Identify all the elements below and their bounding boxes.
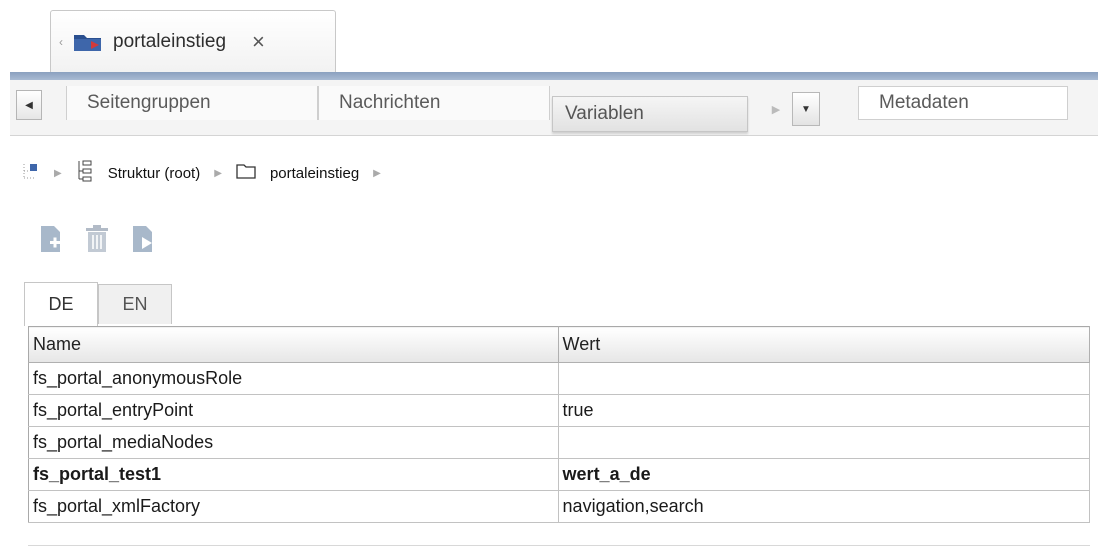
- tab-variablen[interactable]: Variablen: [552, 96, 748, 132]
- add-variable-icon[interactable]: [38, 224, 64, 254]
- edit-variable-icon[interactable]: [130, 224, 156, 254]
- table-header-row: Name Wert: [28, 326, 1091, 363]
- variable-value-cell[interactable]: wert_a_de: [558, 458, 1091, 491]
- document-tab[interactable]: ‹ portaleinstieg ×: [50, 10, 336, 72]
- structure-root-icon: [76, 160, 94, 186]
- breadcrumb-separator-icon: ▶: [214, 167, 222, 179]
- breadcrumb-folder-link[interactable]: portaleinstieg: [270, 165, 359, 182]
- table-bottom-divider: [28, 545, 1090, 546]
- scroll-left-icon[interactable]: ‹: [59, 35, 73, 49]
- variable-name-cell[interactable]: fs_portal_anonymousRole: [28, 362, 559, 395]
- variable-value-cell[interactable]: [558, 426, 1091, 459]
- tab-language-en[interactable]: EN: [98, 284, 172, 324]
- editor-header-bar: [10, 72, 1098, 80]
- toolbar: [38, 224, 156, 254]
- variable-name-cell[interactable]: fs_portal_xmlFactory: [28, 490, 559, 523]
- tree-node-icon[interactable]: [22, 162, 40, 184]
- delete-icon[interactable]: [84, 224, 110, 254]
- column-header-name[interactable]: Name: [28, 326, 559, 363]
- tab-list-dropdown-button[interactable]: ▼: [792, 92, 820, 126]
- table-row[interactable]: fs_portal_entryPoint true: [28, 394, 1091, 427]
- table-row[interactable]: fs_portal_anonymousRole: [28, 362, 1091, 395]
- tab-scroll-left-button[interactable]: ◀: [16, 90, 42, 120]
- breadcrumb-root-link[interactable]: Struktur (root): [108, 165, 201, 182]
- tab-scroll-right-button[interactable]: ▶: [762, 94, 790, 124]
- breadcrumb-separator-icon: ▶: [54, 167, 62, 179]
- variables-table: Name Wert fs_portal_anonymousRole fs_por…: [28, 326, 1091, 523]
- document-tab-title: portaleinstieg: [113, 30, 227, 52]
- breadcrumb-separator-icon: ▶: [373, 167, 381, 179]
- variable-value-cell[interactable]: [558, 362, 1091, 395]
- folder-icon: [236, 163, 256, 183]
- subtab-strip: ◀ Seitengruppen Nachrichten Variablen ▶ …: [10, 80, 1098, 136]
- breadcrumb: ▶ Struktur (root) ▶ portaleinstieg ▶: [22, 158, 395, 188]
- close-icon[interactable]: ×: [252, 29, 265, 55]
- variable-name-cell[interactable]: fs_portal_test1: [28, 458, 559, 491]
- column-header-value[interactable]: Wert: [558, 326, 1091, 363]
- table-row[interactable]: fs_portal_test1 wert_a_de: [28, 458, 1091, 491]
- variable-value-cell[interactable]: true: [558, 394, 1091, 427]
- page-group-folder-icon: [73, 31, 103, 53]
- tab-nachrichten[interactable]: Nachrichten: [318, 86, 550, 120]
- tab-seitengruppen[interactable]: Seitengruppen: [66, 86, 318, 120]
- table-row[interactable]: fs_portal_mediaNodes: [28, 426, 1091, 459]
- tab-metadaten[interactable]: Metadaten: [858, 86, 1068, 120]
- tab-language-de[interactable]: DE: [24, 282, 98, 326]
- variable-value-cell[interactable]: navigation,search: [558, 490, 1091, 523]
- table-row[interactable]: fs_portal_xmlFactory navigation,search: [28, 490, 1091, 523]
- variable-name-cell[interactable]: fs_portal_mediaNodes: [28, 426, 559, 459]
- variable-name-cell[interactable]: fs_portal_entryPoint: [28, 394, 559, 427]
